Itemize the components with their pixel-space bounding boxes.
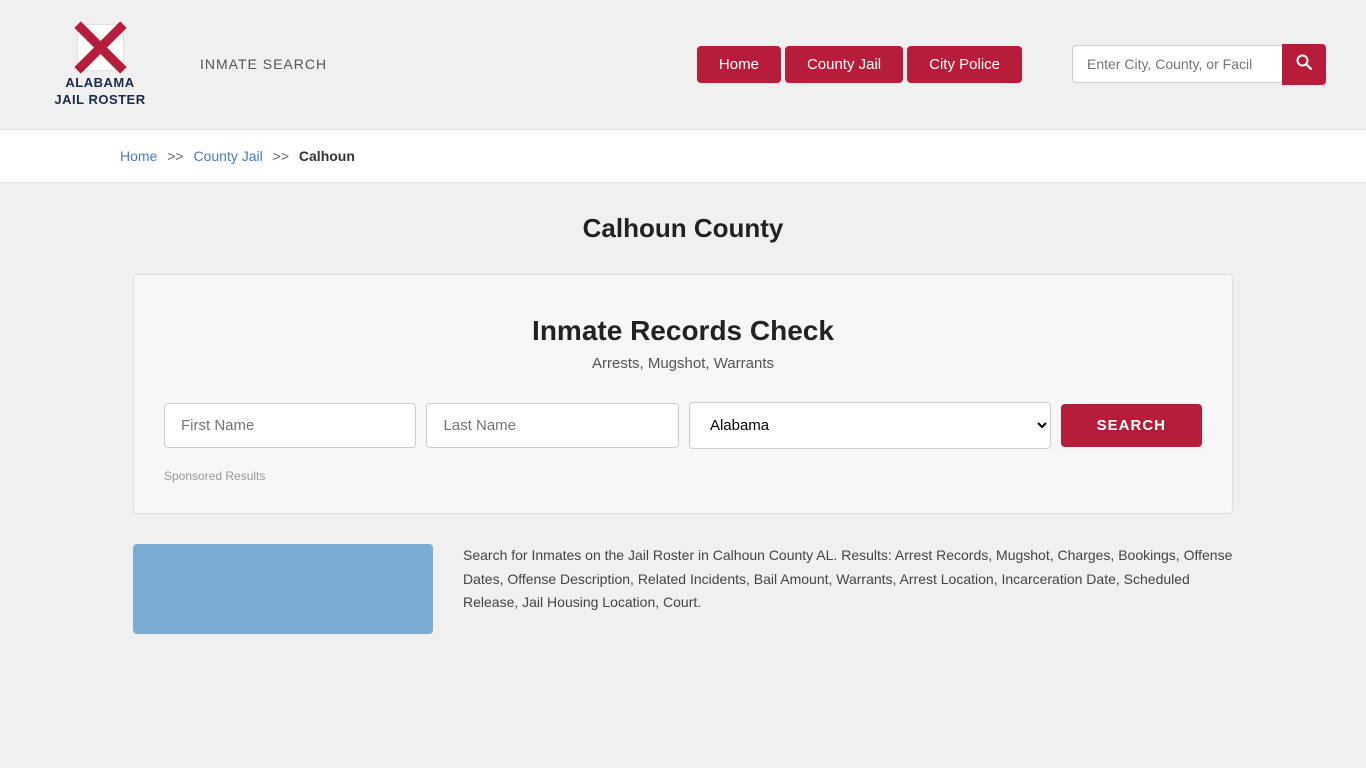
- breadcrumb-current: Calhoun: [299, 148, 355, 164]
- inmate-search-label: INMATE SEARCH: [200, 56, 327, 72]
- main-content: Calhoun County Inmate Records Check Arre…: [113, 183, 1253, 664]
- sponsored-label: Sponsored Results: [164, 469, 1202, 483]
- logo-area: ALABAMA JAIL ROSTER: [40, 20, 160, 109]
- logo-text: ALABAMA JAIL ROSTER: [54, 75, 145, 109]
- breadcrumb-sep1: >>: [167, 148, 183, 164]
- inmate-search-form: Alabama SEARCH: [164, 402, 1202, 449]
- city-police-nav-button[interactable]: City Police: [907, 46, 1022, 83]
- inmate-search-button[interactable]: SEARCH: [1061, 404, 1202, 447]
- alabama-flag-icon: [73, 20, 128, 75]
- header-search-button[interactable]: [1282, 44, 1326, 85]
- first-name-input[interactable]: [164, 403, 416, 448]
- breadcrumb: Home >> County Jail >> Calhoun: [0, 130, 1366, 183]
- breadcrumb-county-jail-link[interactable]: County Jail: [194, 148, 263, 164]
- header-search-input[interactable]: [1072, 45, 1282, 83]
- records-check-box: Inmate Records Check Arrests, Mugshot, W…: [133, 274, 1233, 514]
- page-title: Calhoun County: [133, 213, 1233, 244]
- breadcrumb-sep2: >>: [273, 148, 289, 164]
- records-check-subtitle: Arrests, Mugshot, Warrants: [164, 355, 1202, 372]
- home-nav-button[interactable]: Home: [697, 46, 781, 83]
- records-check-title: Inmate Records Check: [164, 315, 1202, 347]
- main-nav: Home County Jail City Police: [697, 46, 1022, 83]
- county-image: [133, 544, 433, 634]
- state-select[interactable]: Alabama: [689, 402, 1051, 449]
- bottom-section: Search for Inmates on the Jail Roster in…: [133, 544, 1233, 634]
- header-search-area: [1072, 44, 1326, 85]
- site-header: ALABAMA JAIL ROSTER INMATE SEARCH Home C…: [0, 0, 1366, 130]
- breadcrumb-home-link[interactable]: Home: [120, 148, 157, 164]
- county-description: Search for Inmates on the Jail Roster in…: [463, 544, 1233, 615]
- county-jail-nav-button[interactable]: County Jail: [785, 46, 903, 83]
- last-name-input[interactable]: [426, 403, 678, 448]
- search-icon: [1296, 54, 1312, 70]
